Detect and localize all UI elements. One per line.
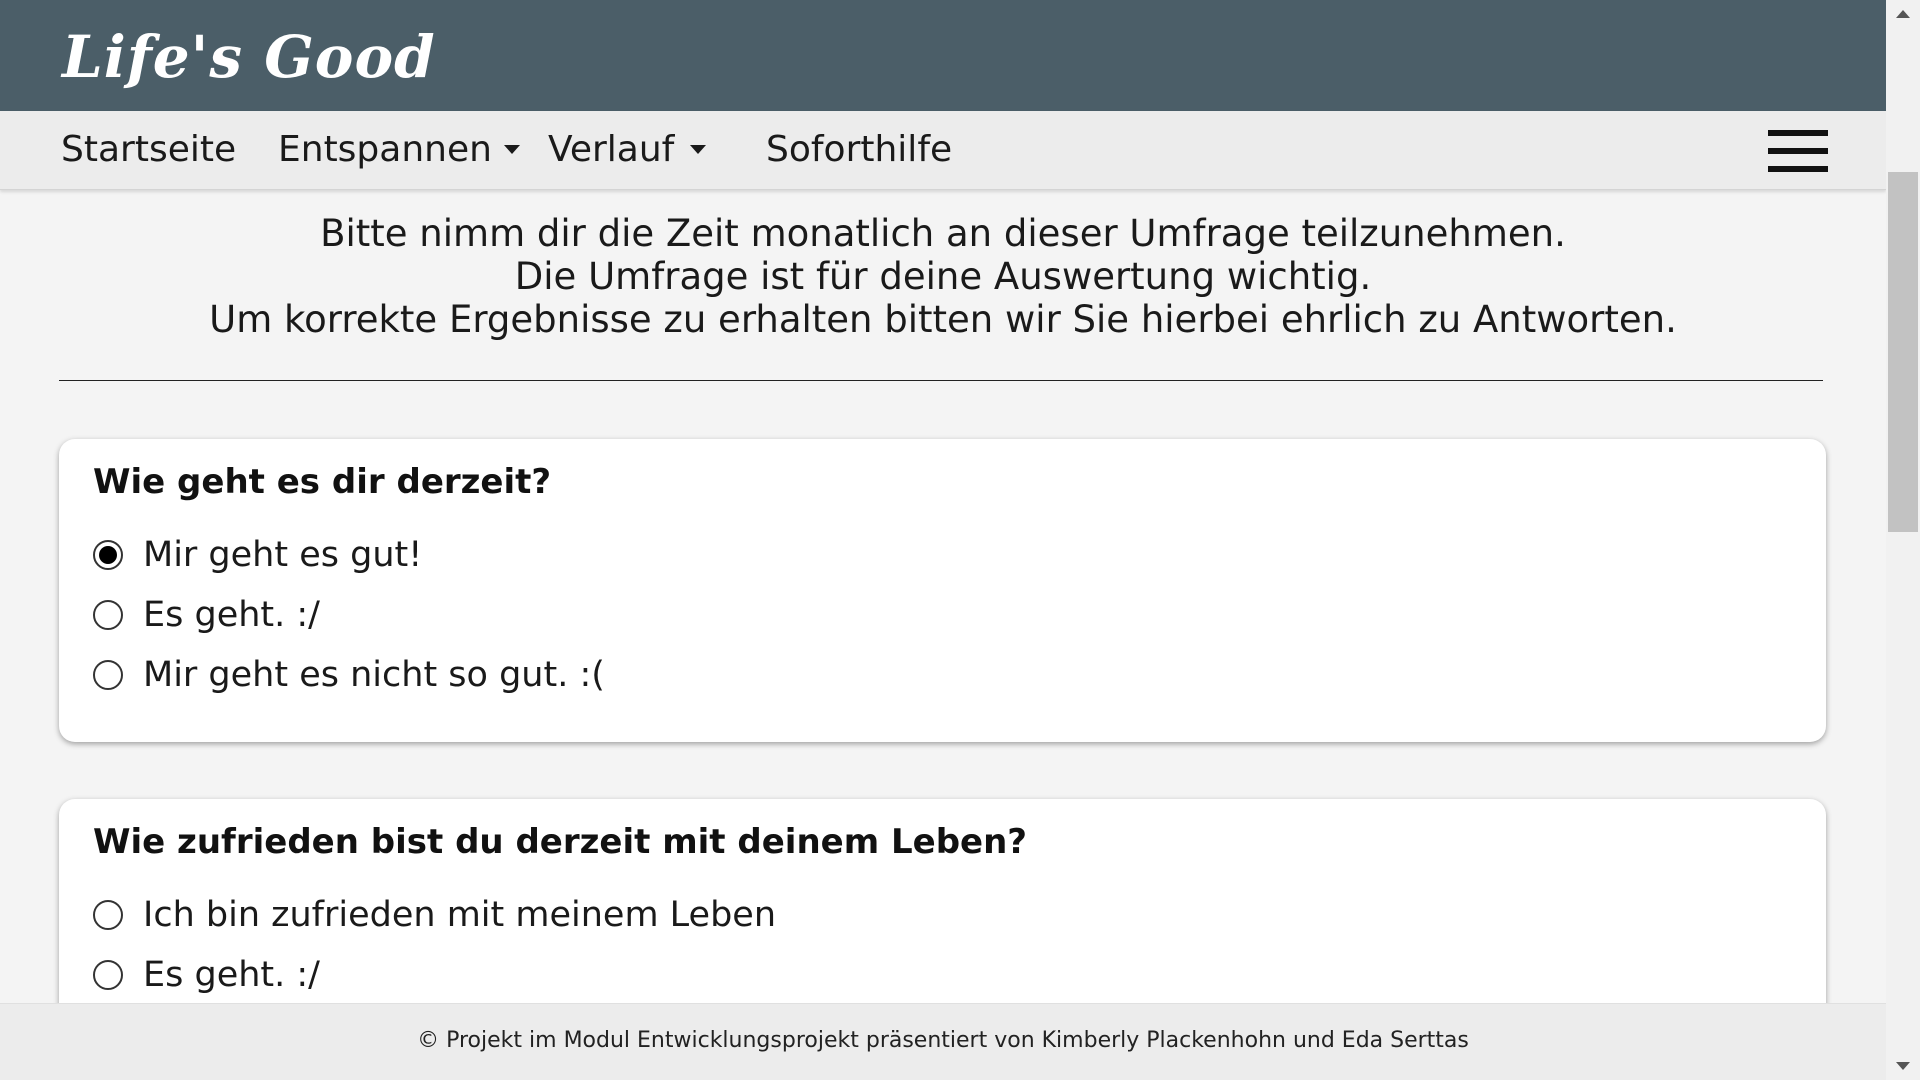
scroll-down-arrow-icon[interactable] [1896, 1062, 1910, 1070]
footer-copyright: © Projekt im Modul Entwicklungsprojekt p… [417, 1028, 1469, 1053]
main-navigation: Startseite Entspannen Verlauf Soforthilf… [0, 111, 1886, 190]
nav-item-label: Verlauf [548, 129, 675, 170]
survey-intro: Bitte nimm dir die Zeit monatlich an die… [0, 212, 1886, 341]
scrollbar-thumb[interactable] [1888, 172, 1918, 532]
radio-option[interactable]: Es geht. :/ [93, 595, 320, 635]
intro-line: Um korrekte Ergebnisse zu erhalten bitte… [209, 298, 1677, 341]
radio-option[interactable]: Es geht. :/ [93, 955, 320, 995]
nav-item-soforthilfe[interactable]: Soforthilfe [766, 128, 952, 172]
radio-option[interactable]: Ich bin zufrieden mit meinem Leben [93, 895, 776, 935]
radio-option-label[interactable]: Mir geht es nicht so gut. :( [143, 655, 605, 695]
divider [59, 380, 1823, 381]
radio-button[interactable] [93, 900, 123, 930]
nav-item-label: Soforthilfe [766, 129, 953, 170]
question-title: Wie geht es dir derzeit? [93, 462, 552, 502]
radio-button[interactable] [93, 960, 123, 990]
caret-down-icon [690, 144, 707, 154]
radio-option-label[interactable]: Ich bin zufrieden mit meinem Leben [143, 895, 776, 935]
radio-button[interactable] [93, 660, 123, 690]
radio-button-selected[interactable] [93, 540, 123, 570]
radio-option-label[interactable]: Mir geht es gut! [143, 535, 422, 575]
brand-header: Life's Good [0, 0, 1886, 111]
scroll-up-arrow-icon[interactable] [1896, 10, 1910, 18]
radio-option[interactable]: Mir geht es nicht so gut. :( [93, 655, 605, 695]
intro-line: Bitte nimm dir die Zeit monatlich an die… [320, 212, 1566, 255]
radio-option-label[interactable]: Es geht. :/ [143, 955, 320, 995]
nav-item-label: Startseite [61, 129, 237, 170]
question-card: Wie geht es dir derzeit? Mir geht es gut… [59, 439, 1826, 742]
hamburger-bar [1768, 148, 1828, 154]
hamburger-bar [1768, 166, 1828, 172]
nav-item-entspannen-dropdown[interactable]: Entspannen [278, 128, 520, 172]
radio-option-label[interactable]: Es geht. :/ [143, 595, 320, 635]
nav-item-verlauf-dropdown[interactable]: Verlauf [548, 128, 707, 172]
survey-page: Life's Good Startseite Entspannen Verlau… [0, 0, 1920, 1080]
page-footer: © Projekt im Modul Entwicklungsprojekt p… [0, 1003, 1886, 1080]
hamburger-bar [1768, 130, 1828, 136]
radio-button[interactable] [93, 600, 123, 630]
intro-line: Die Umfrage ist für deine Auswertung wic… [514, 255, 1372, 298]
caret-down-icon [503, 144, 520, 154]
nav-item-startseite[interactable]: Startseite [61, 128, 236, 172]
hamburger-menu-icon[interactable] [1768, 130, 1828, 172]
radio-option[interactable]: Mir geht es gut! [93, 535, 422, 575]
vertical-scrollbar[interactable] [1886, 0, 1920, 1080]
question-title: Wie zufrieden bist du derzeit mit deinem… [93, 822, 1028, 862]
nav-item-label: Entspannen [278, 129, 492, 170]
site-logo[interactable]: Life's Good [62, 20, 436, 94]
